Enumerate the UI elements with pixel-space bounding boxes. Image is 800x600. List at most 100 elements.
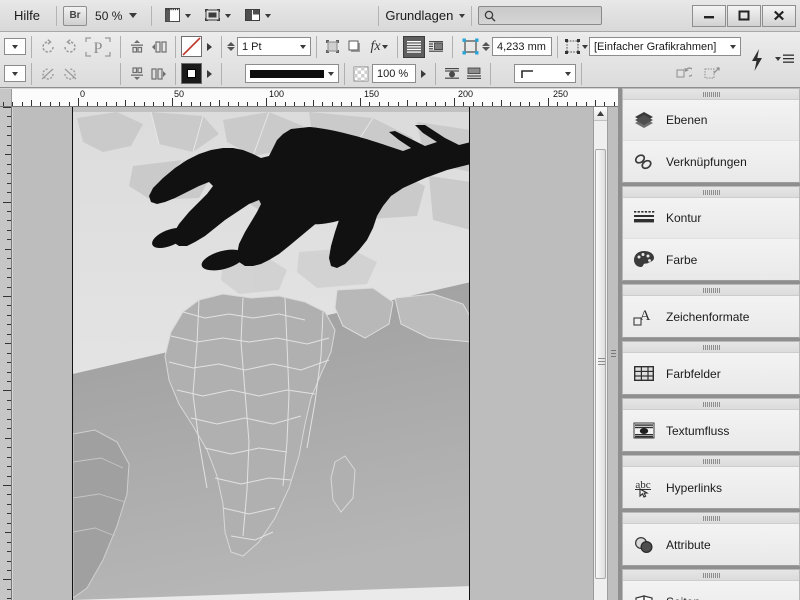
ruler-tick [78, 98, 79, 106]
redefine-style-button[interactable] [701, 63, 723, 85]
corner-shape-combo[interactable] [514, 64, 576, 83]
panel-group-drag-handle[interactable] [623, 285, 799, 296]
panel-splitter[interactable] [607, 107, 618, 600]
clear-transformations-button[interactable] [673, 63, 695, 85]
stroke-color-swatch[interactable] [181, 36, 202, 57]
corner-options-button[interactable] [458, 36, 482, 58]
ruler-tick [3, 485, 11, 486]
horizontal-ruler[interactable]: 0 50 100 150 200 250 [0, 89, 620, 107]
panel-item-attribute[interactable]: Attribute [623, 524, 799, 565]
ruler-tick [7, 220, 11, 221]
hyperlinks-icon: abc [632, 476, 656, 500]
panel-group-drag-handle[interactable] [623, 89, 799, 100]
panel-group-drag-handle[interactable] [623, 342, 799, 353]
p-frame-icon: P [85, 36, 111, 57]
ruler-tick [7, 268, 11, 269]
maximize-button[interactable] [727, 4, 761, 27]
ruler-origin-corner[interactable] [0, 89, 12, 106]
placed-image-frame[interactable] [73, 112, 469, 600]
canvas-vertical-scrollbar[interactable] [593, 107, 607, 600]
panel-group-drag-handle[interactable] [623, 456, 799, 467]
transparency-button[interactable] [350, 63, 372, 85]
wrap-below-button[interactable] [463, 63, 485, 85]
drop-shadow-button[interactable] [344, 36, 366, 58]
ruler-tick [191, 102, 192, 106]
ruler-tick [313, 100, 314, 106]
distribute-horizontal-button[interactable] [148, 36, 170, 58]
panel-dock[interactable]: Ebenen Verknüpfungen Kontur Farbe A Zeichenfo… [618, 88, 800, 600]
zoom-level-combo[interactable]: 50 % [87, 9, 145, 23]
align-bottom-button[interactable] [126, 63, 148, 85]
object-style-icon-button[interactable] [563, 36, 589, 58]
chevron-down-icon [565, 71, 571, 76]
screen-mode-button[interactable] [158, 8, 198, 23]
panel-item-farbfelder[interactable]: Farbfelder [623, 353, 799, 394]
search-input[interactable] [478, 6, 603, 25]
flip-vertical-button[interactable] [59, 63, 81, 85]
panel-group-drag-handle[interactable] [623, 187, 799, 198]
arrange-documents-button[interactable] [238, 8, 278, 23]
separator [221, 35, 222, 58]
bridge-button[interactable]: Br [63, 5, 88, 26]
ruler-tick [7, 135, 11, 136]
workspace-label[interactable]: Grundlagen [385, 8, 459, 23]
ruler-tick [304, 102, 305, 106]
corner-size-input[interactable]: 4,233 mm [492, 37, 552, 56]
quick-apply-button[interactable] [748, 48, 766, 77]
wrap-jump-object-button[interactable] [441, 63, 463, 85]
view-options-button[interactable] [198, 8, 238, 23]
stroke-color-dropdown[interactable] [202, 36, 216, 58]
stroke-weight-combo[interactable]: 1 Pt [237, 37, 311, 56]
document-page[interactable] [72, 107, 470, 600]
chevron-down-icon [265, 13, 272, 18]
panel-group-drag-handle[interactable] [623, 399, 799, 410]
panel-item-verkn-pfungen[interactable]: Verknüpfungen [623, 141, 799, 182]
close-button[interactable] [762, 4, 796, 27]
document-canvas[interactable] [13, 107, 607, 600]
redefine-style-icon [704, 66, 720, 78]
distribute-vertical-button[interactable] [148, 63, 170, 85]
text-wrap-none-button[interactable] [403, 35, 425, 58]
fill-color-swatch[interactable] [181, 63, 202, 84]
panel-item-kontur[interactable]: Kontur [623, 198, 799, 239]
panel-menu-button[interactable] [775, 54, 794, 64]
ruler-tick [567, 102, 568, 106]
flip-horizontal-button[interactable] [37, 63, 59, 85]
object-style-combo[interactable]: [Einfacher Grafikrahmen] [589, 37, 741, 56]
panel-item-hyperlinks[interactable]: abc Hyperlinks [623, 467, 799, 508]
chevron-down-icon[interactable] [459, 13, 466, 18]
scrollbar-thumb[interactable] [595, 149, 606, 579]
fill-color-dropdown[interactable] [202, 63, 216, 85]
separator [120, 62, 121, 85]
stroke-type-combo[interactable] [245, 64, 339, 83]
ruler-tick [341, 102, 342, 106]
panel-item-seiten[interactable]: Seiten [623, 581, 799, 600]
fitting-options-button[interactable] [322, 36, 344, 58]
align-top-button[interactable] [126, 36, 148, 58]
ruler-tick [7, 258, 11, 259]
rotate-cw-button[interactable] [37, 36, 59, 58]
scroll-up-button[interactable] [594, 107, 607, 121]
panel-item-textumfluss[interactable]: Textumfluss [623, 410, 799, 451]
panel-item-farbe[interactable]: Farbe [623, 239, 799, 280]
reference-point-dropdown-b[interactable] [4, 65, 26, 82]
wrap-around-box-button[interactable] [425, 36, 447, 58]
panel-group-drag-handle[interactable] [623, 513, 799, 524]
menu-help[interactable]: Hilfe [0, 0, 50, 32]
rotate-ccw-button[interactable] [59, 36, 81, 58]
minimize-button[interactable] [692, 4, 726, 27]
ruler-tick [22, 102, 23, 106]
stroke-weight-stepper[interactable] [227, 42, 235, 51]
effects-button[interactable]: fx [366, 36, 392, 58]
panel-item-zeichenformate[interactable]: A Zeichenformate [623, 296, 799, 337]
opacity-dropdown[interactable] [416, 63, 430, 85]
triangle-right-icon [206, 42, 212, 51]
stepper-up-icon [227, 42, 235, 46]
vertical-ruler[interactable] [0, 107, 12, 600]
corner-size-stepper[interactable] [482, 42, 490, 51]
view-options-icon [205, 9, 221, 21]
opacity-input[interactable]: 100 % [372, 64, 416, 83]
panel-item-ebenen[interactable]: Ebenen [623, 100, 799, 141]
panel-group-drag-handle[interactable] [623, 570, 799, 581]
reference-point-dropdown-a[interactable] [4, 38, 26, 55]
